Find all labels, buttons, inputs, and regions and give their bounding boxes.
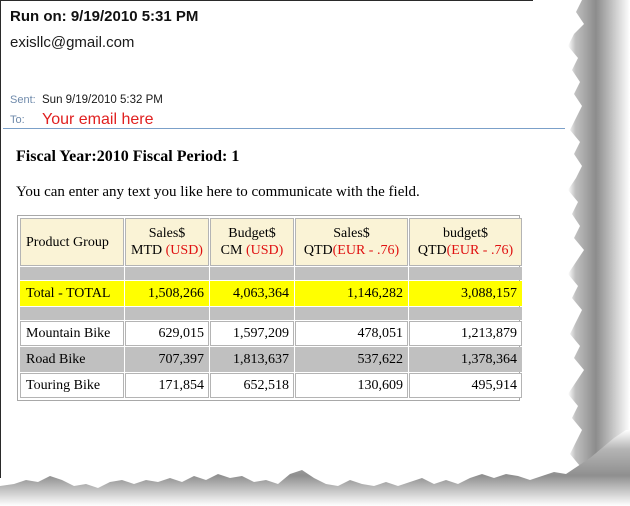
total-sales-mtd: 1,508,266 [125,281,209,306]
total-sales-qtd: 1,146,282 [295,281,408,306]
row-label: Mountain Bike [20,321,124,346]
column-header-product-group: Product Group [20,218,124,266]
spacer-cell [20,267,124,280]
cell-sales-qtd: 478,051 [295,321,408,346]
column-header-budget-qtd-period: QTD [417,243,447,258]
sent-label: Sent: [10,94,36,106]
column-header-sales-qtd-line1: Sales$ [333,226,370,241]
total-row: Total - TOTAL 1,508,266 4,063,364 1,146,… [20,281,522,306]
cell-sales-mtd: 171,854 [125,373,209,398]
column-header-budget-cm-period: CM [220,243,246,258]
window-top-border [0,0,533,1]
column-header-sales-mtd: Sales$ MTD (USD) [125,218,209,266]
cell-sales-mtd: 707,397 [125,347,209,372]
cell-budget-cm: 652,518 [210,373,294,398]
from-email-address: exisllc@gmail.com [10,34,135,51]
total-budget-cm: 4,063,364 [210,281,294,306]
total-budget-qtd: 3,088,157 [409,281,522,306]
cell-sales-qtd: 130,609 [295,373,408,398]
email-meta-block: Sent: Sun 9/19/2010 5:32 PM To: Your ema… [10,93,490,128]
spacer-cell [295,307,408,320]
spacer-cell [409,267,522,280]
column-header-sales-mtd-line2: MTD (USD) [129,242,205,259]
to-row: To: Your email here [10,110,490,128]
spacer-cell [210,267,294,280]
row-label: Road Bike [20,347,124,372]
table-row: Mountain Bike 629,015 1,597,209 478,051 … [20,321,522,346]
window-left-border [0,0,1,478]
to-label: To: [10,114,25,126]
column-header-sales-qtd: Sales$ QTD(EUR - .76) [295,218,408,266]
column-header-sales-mtd-period: MTD [131,243,166,258]
column-header-budget-qtd: budget$ QTD(EUR - .76) [409,218,522,266]
free-text-paragraph: You can enter any text you like here to … [16,184,420,200]
fiscal-period-heading: Fiscal Year:2010 Fiscal Period: 1 [16,148,240,165]
column-header-budget-cm-line2: CM (USD) [214,242,290,259]
column-header-sales-qtd-period: QTD [303,243,333,258]
spacer-row-above-total [20,267,522,280]
column-header-sales-mtd-currency: (USD) [165,243,203,258]
table-row: Road Bike 707,397 1,813,637 537,622 1,37… [20,347,522,372]
spacer-cell [409,307,522,320]
run-on-title: Run on: 9/19/2010 5:31 PM [10,8,199,25]
torn-edge-right-decoration [568,0,630,506]
column-header-budget-cm-line1: Budget$ [228,226,276,241]
spacer-cell [295,267,408,280]
cell-budget-cm: 1,597,209 [210,321,294,346]
report-table: Product Group Sales$ MTD (USD) Budget$ C… [19,217,523,399]
column-header-budget-cm: Budget$ CM (USD) [210,218,294,266]
spacer-cell [125,307,209,320]
cell-budget-qtd: 1,378,364 [409,347,522,372]
sent-value: Sun 9/19/2010 5:32 PM [42,94,163,106]
table-header-row: Product Group Sales$ MTD (USD) Budget$ C… [20,218,522,266]
spacer-cell [20,307,124,320]
email-report-page: Run on: 9/19/2010 5:31 PM exisllc@gmail.… [0,0,630,506]
spacer-cell [125,267,209,280]
cell-budget-cm: 1,813,637 [210,347,294,372]
column-header-budget-qtd-line1: budget$ [442,226,489,241]
spacer-cell [210,307,294,320]
column-header-sales-qtd-currency: (EUR - .76) [332,243,400,258]
total-row-label: Total - TOTAL [20,281,124,306]
column-header-budget-qtd-currency: (EUR - .76) [446,243,514,258]
column-header-budget-qtd-line2: QTD(EUR - .76) [413,242,518,259]
cell-budget-qtd: 1,213,879 [409,321,522,346]
column-header-budget-cm-currency: (USD) [245,243,284,258]
cell-sales-mtd: 629,015 [125,321,209,346]
report-table-container: Product Group Sales$ MTD (USD) Budget$ C… [17,215,523,401]
header-divider [3,128,565,129]
cell-sales-qtd: 537,622 [295,347,408,372]
column-header-sales-mtd-line1: Sales$ [148,226,186,241]
cell-budget-qtd: 495,914 [409,373,522,398]
torn-edge-bottom-decoration [0,430,630,506]
table-row: Touring Bike 171,854 652,518 130,609 495… [20,373,522,398]
spacer-row-below-total [20,307,522,320]
column-header-product-group-label: Product Group [26,234,109,250]
column-header-sales-qtd-line2: QTD(EUR - .76) [299,242,404,259]
sent-row: Sent: Sun 9/19/2010 5:32 PM [10,93,490,110]
row-label: Touring Bike [20,373,124,398]
to-value: Your email here [42,111,154,128]
